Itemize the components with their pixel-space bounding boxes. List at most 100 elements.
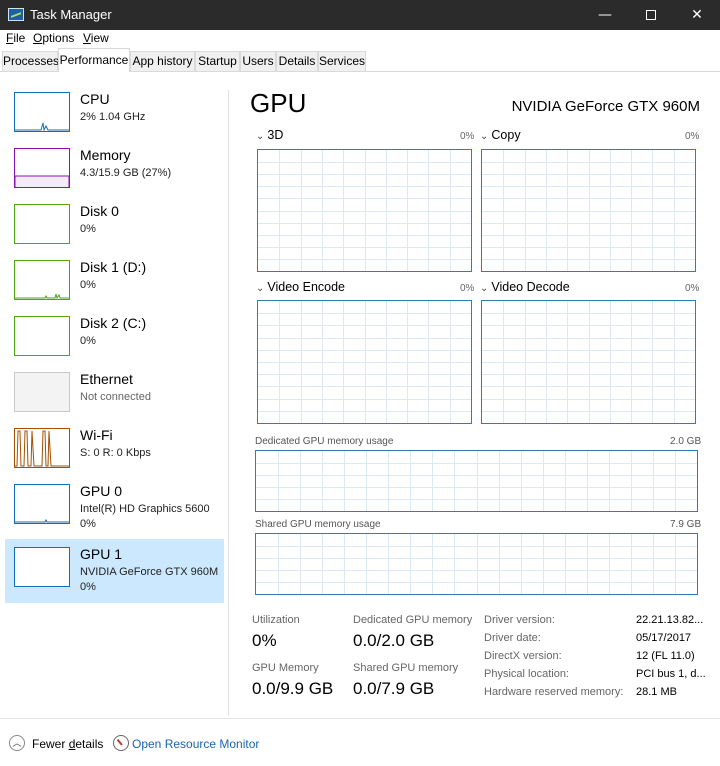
graph-grid — [482, 150, 695, 271]
graph-video-encode — [257, 300, 472, 424]
tab-details[interactable]: Details — [276, 51, 318, 71]
sidebar-item-percent: 0% — [80, 581, 96, 593]
sidebar-item-cpu[interactable]: CPU 2% 1.04 GHz — [5, 84, 224, 140]
thumbnail-trace — [15, 518, 69, 523]
menu-view[interactable]: View — [83, 31, 109, 45]
directx-version-value: 12 (FL 11.0) — [636, 650, 695, 662]
thumbnail-trace — [15, 293, 69, 300]
sidebar-item-detail: S: 0 R: 0 Kbps — [80, 447, 151, 459]
disk-0-thumbnail-graph — [14, 204, 70, 244]
graph-video-decode — [481, 300, 696, 424]
engine-label: 3D — [267, 128, 284, 142]
graph-grid — [482, 301, 695, 423]
sidebar-item-name: GPU 1 — [80, 546, 123, 562]
sidebar-item-gpu-0[interactable]: GPU 0 Intel(R) HD Graphics 5600 0% — [5, 476, 224, 532]
tab-bar: Processes Performance App history Startu… — [0, 48, 720, 72]
shared-memory-stat-value: 0.0/7.9 GB — [353, 679, 435, 698]
graph-copy — [481, 149, 696, 272]
page-title: GPU — [250, 88, 307, 118]
sidebar-item-percent: 0% — [80, 518, 96, 530]
sidebar-item-disk-2[interactable]: Disk 2 (C:) 0% — [5, 308, 224, 364]
footer-divider — [0, 718, 720, 719]
sidebar-item-memory[interactable]: Memory 4.3/15.9 GB (27%) — [5, 140, 224, 196]
physical-location-label: Physical location: — [484, 668, 569, 680]
sidebar-item-name: Wi-Fi — [80, 427, 113, 443]
graph-dedicated-memory — [255, 450, 698, 512]
disk-1-thumbnail-graph — [14, 260, 70, 300]
trace-line — [15, 293, 69, 300]
engine-selector-video-encode[interactable]: ⌄ Video Encode — [256, 280, 345, 294]
sidebar-item-name: Disk 1 (D:) — [80, 259, 147, 275]
sidebar-item-ethernet[interactable]: Ethernet Not connected — [5, 364, 224, 420]
driver-date-value: 05/17/2017 — [636, 632, 692, 644]
sidebar-item-name: Ethernet — [80, 371, 133, 387]
sidebar-item-disk-0[interactable]: Disk 0 0% — [5, 196, 224, 252]
graph-3d — [257, 149, 472, 272]
driver-date-label: Driver date: — [484, 632, 541, 644]
panel-divider — [228, 90, 229, 716]
menu-options[interactable]: Options — [33, 31, 74, 45]
graph-grid — [256, 451, 697, 511]
sidebar-item-name: Memory — [80, 147, 131, 163]
engine-percent: 0% — [460, 131, 475, 142]
tab-users[interactable]: Users — [240, 51, 276, 71]
sidebar-item-detail: 4.3/15.9 GB (27%) — [80, 167, 172, 179]
trace-line — [14, 175, 70, 187]
graph-grid — [258, 150, 471, 271]
engine-percent: 0% — [685, 283, 700, 294]
sidebar-item-disk-1[interactable]: Disk 1 (D:) 0% — [5, 252, 224, 308]
gpu-model-name: NVIDIA GeForce GTX 960M — [511, 98, 700, 115]
driver-version-value: 22.21.13.82... — [636, 614, 704, 626]
directx-version-label: DirectX version: — [484, 650, 562, 662]
sidebar-item-gpu-1[interactable]: GPU 1 NVIDIA GeForce GTX 960M 0% — [5, 539, 224, 603]
chevron-up-icon[interactable]: ︿ — [9, 735, 25, 751]
sidebar-item-detail: 0% — [80, 279, 96, 291]
dedicated-memory-stat-value: 0.0/2.0 GB — [353, 631, 435, 650]
dedicated-memory-stat-label: Dedicated GPU memory — [353, 614, 473, 626]
sidebar-item-name: Disk 0 — [80, 203, 119, 219]
engine-selector-3d[interactable]: ⌄ 3D — [256, 128, 283, 142]
graph-grid — [258, 301, 471, 423]
tab-performance[interactable]: Performance — [58, 48, 130, 72]
resource-monitor-icon — [113, 735, 129, 751]
ethernet-thumbnail-graph — [14, 372, 70, 412]
sidebar-item-wifi[interactable]: Wi-Fi S: 0 R: 0 Kbps — [5, 420, 224, 476]
engine-selector-video-decode[interactable]: ⌄ Video Decode — [480, 280, 570, 294]
chevron-down-icon: ⌄ — [256, 131, 265, 142]
tab-processes[interactable]: Processes — [2, 51, 59, 71]
engine-selector-copy[interactable]: ⌄ Copy — [480, 128, 521, 142]
chevron-down-icon: ⌄ — [480, 283, 489, 294]
task-manager-icon — [8, 8, 24, 21]
fewer-details-button[interactable]: Fewer details — [32, 737, 103, 751]
trace-line — [15, 430, 69, 467]
physical-location-value: PCI bus 1, d... — [636, 668, 706, 680]
chevron-down-icon: ⌄ — [256, 283, 265, 294]
tab-startup[interactable]: Startup — [195, 51, 240, 71]
minimize-button[interactable]: — — [582, 0, 628, 30]
menu-file[interactable]: File — [6, 31, 25, 45]
sidebar-item-name: GPU 0 — [80, 483, 123, 499]
sidebar-item-detail: 2% 1.04 GHz — [80, 111, 146, 123]
trace-line — [15, 518, 69, 523]
graph-grid — [256, 534, 697, 594]
open-resource-monitor-link[interactable]: Open Resource Monitor — [132, 737, 259, 751]
engine-percent: 0% — [685, 131, 700, 142]
disk-2-thumbnail-graph — [14, 316, 70, 356]
close-button[interactable]: ✕ — [674, 0, 720, 30]
graph-shared-memory — [255, 533, 698, 595]
utilization-label: Utilization — [252, 614, 300, 626]
title-bar[interactable]: Task Manager — ✕ — [0, 0, 720, 30]
engine-label: Video Decode — [491, 280, 570, 294]
chevron-down-icon: ⌄ — [480, 131, 489, 142]
shared-memory-stat-label: Shared GPU memory — [353, 662, 459, 674]
thumbnail-trace — [15, 122, 69, 132]
tab-app-history[interactable]: App history — [130, 51, 195, 71]
engine-label: Video Encode — [267, 280, 346, 294]
engine-percent: 0% — [460, 283, 475, 294]
gpu-memory-value: 0.0/9.9 GB — [252, 679, 334, 698]
maximize-button[interactable] — [628, 0, 674, 30]
hardware-reserved-memory-value: 28.1 MB — [636, 686, 677, 698]
engine-label: Copy — [491, 128, 521, 142]
tab-services[interactable]: Services — [318, 51, 366, 71]
sidebar-item-detail: 0% — [80, 335, 96, 347]
